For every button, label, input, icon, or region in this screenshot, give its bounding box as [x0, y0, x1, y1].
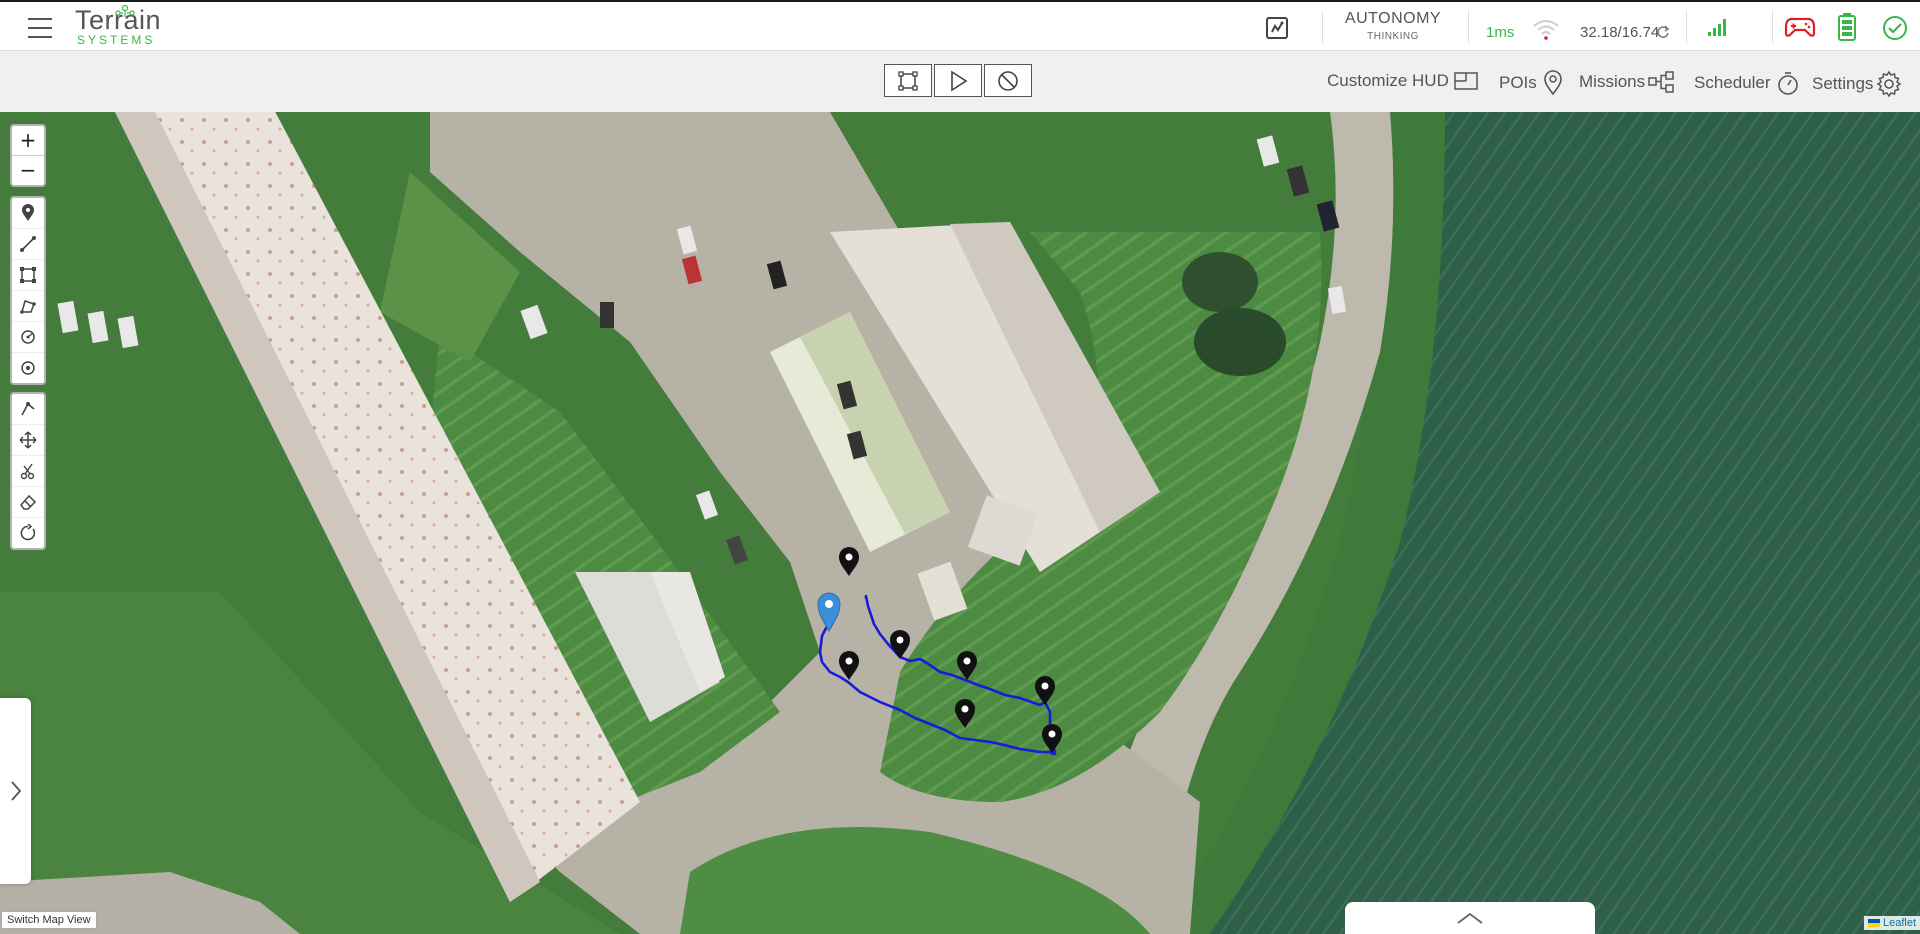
draw-circle-marker-button[interactable] — [12, 353, 44, 383]
latency-value: 1ms — [1486, 24, 1515, 41]
draw-toolbar — [10, 196, 46, 385]
version-value: 32.18/16.74 — [1580, 24, 1660, 41]
circle-draw-icon — [21, 330, 35, 344]
rotate-icon — [20, 524, 36, 541]
stopwatch-icon — [1777, 72, 1798, 95]
settings-button[interactable]: Settings — [1812, 70, 1903, 98]
rotate-button[interactable] — [12, 518, 44, 548]
missions-flow-icon — [1648, 71, 1674, 93]
autonomy-label: AUTONOMY — [1344, 10, 1442, 27]
poi-marker[interactable] — [837, 546, 861, 578]
gamepad-icon[interactable] — [1784, 15, 1816, 39]
cut-line-icon — [21, 402, 35, 416]
autonomy-status[interactable]: AUTONOMY THINKING — [1330, 10, 1456, 42]
rectangle-icon — [20, 267, 36, 283]
edit-toolbar — [10, 392, 46, 550]
erase-button[interactable] — [12, 487, 44, 518]
stop-button[interactable] — [984, 64, 1032, 97]
attribution-link[interactable]: Leaflet — [1883, 917, 1916, 929]
chevron-up-icon — [1457, 912, 1483, 924]
scissors-icon — [20, 463, 35, 480]
satellite-imagery — [0, 112, 1920, 934]
select-area-button[interactable] — [884, 64, 932, 97]
autonomy-state: THINKING — [1367, 31, 1419, 42]
play-button[interactable] — [934, 64, 982, 97]
customize-hud-label: Customize HUD — [1327, 71, 1449, 90]
cut-mode-button[interactable] — [12, 456, 44, 487]
satellite-map[interactable] — [0, 112, 1920, 934]
switch-map-view-button[interactable]: Switch Map View — [1, 911, 97, 929]
bottom-panel-toggle[interactable] — [1345, 902, 1595, 934]
brand-subtitle: SYSTEMS — [77, 33, 156, 47]
poi-marker[interactable] — [953, 698, 977, 730]
robot-location-marker[interactable] — [816, 591, 842, 633]
draw-marker-button[interactable] — [12, 198, 44, 229]
side-panel-toggle[interactable] — [0, 698, 31, 884]
drag-mode-button[interactable] — [12, 425, 44, 456]
signal-strength-icon — [1708, 19, 1726, 36]
poi-marker[interactable] — [837, 650, 861, 682]
gear-icon — [1877, 70, 1902, 98]
divider — [1772, 11, 1773, 43]
check-status-icon[interactable] — [1882, 15, 1908, 41]
map-pin-icon — [1543, 70, 1562, 96]
settings-label: Settings — [1812, 74, 1874, 93]
missions-label: Missions — [1579, 72, 1646, 91]
brand-logo: Terrain SYSTEMS — [75, 4, 161, 47]
poi-marker[interactable] — [1033, 675, 1057, 707]
poi-marker[interactable] — [888, 629, 912, 661]
hud-layout-icon — [1454, 72, 1478, 90]
divider — [1468, 11, 1469, 43]
logo-nodes-icon — [115, 4, 135, 17]
select-area-icon — [898, 70, 918, 91]
draw-rectangle-button[interactable] — [12, 260, 44, 291]
pois-label: POIs — [1499, 73, 1537, 92]
menu-icon[interactable] — [28, 18, 52, 38]
zoom-control: + − — [10, 124, 46, 187]
draw-polyline-button[interactable] — [12, 229, 44, 260]
poi-marker[interactable] — [955, 650, 979, 682]
draw-circle-button[interactable] — [12, 322, 44, 353]
hardware-icon[interactable] — [1265, 16, 1289, 40]
scheduler-button[interactable]: Scheduler — [1694, 70, 1801, 96]
circle-marker-icon — [21, 361, 35, 375]
refresh-icon[interactable] — [1656, 25, 1670, 39]
marker-icon — [22, 204, 34, 221]
play-icon — [951, 70, 968, 91]
draw-polygon-button[interactable] — [12, 291, 44, 322]
eraser-icon — [20, 494, 37, 510]
cut-polygon-button[interactable] — [12, 394, 44, 425]
zoom-out-button[interactable]: − — [12, 156, 44, 185]
customize-hud-button[interactable]: Customize HUD — [1327, 70, 1479, 92]
divider — [1686, 11, 1687, 43]
cancel-icon — [998, 70, 1018, 91]
scheduler-label: Scheduler — [1694, 73, 1771, 92]
polygon-icon — [20, 300, 36, 314]
battery-icon — [1838, 13, 1856, 41]
mission-controls — [884, 64, 1034, 97]
wifi-icon — [1533, 20, 1559, 40]
chevron-right-icon — [10, 781, 21, 801]
top-bar: Terrain SYSTEMS AUTONOMY THINKING 1ms 32… — [0, 0, 1920, 51]
poi-marker[interactable] — [1040, 723, 1064, 755]
divider — [1322, 11, 1323, 43]
pois-button[interactable]: POIs — [1499, 70, 1565, 96]
polyline-icon — [20, 236, 36, 252]
map-attribution[interactable]: Leaflet — [1863, 916, 1920, 930]
flag-icon — [1867, 919, 1880, 927]
missions-button[interactable]: Missions — [1579, 70, 1675, 94]
move-icon — [19, 431, 37, 449]
zoom-in-button[interactable]: + — [12, 126, 44, 156]
